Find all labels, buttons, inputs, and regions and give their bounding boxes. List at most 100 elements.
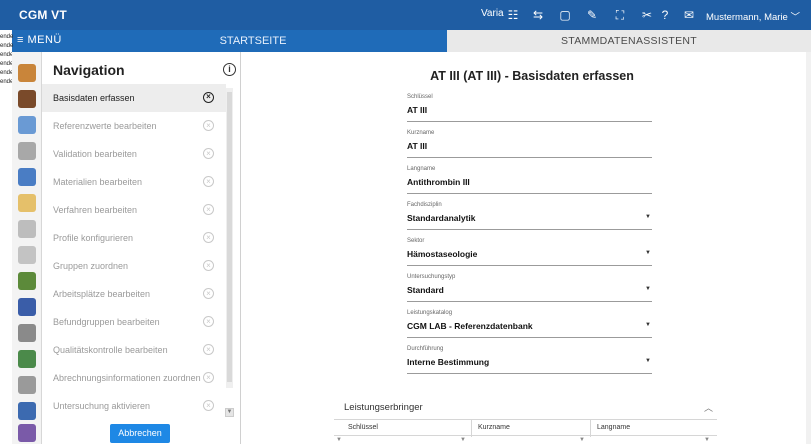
- schluessel-field[interactable]: Schlüssel AT III: [407, 94, 652, 122]
- nav-item-label: Arbeitsplätze bearbeiten: [53, 289, 151, 299]
- nav-item-materialien[interactable]: Materialien bearbeiten ×: [42, 168, 226, 196]
- nav-item-befundgruppen[interactable]: Befundgruppen bearbeiten ×: [42, 308, 226, 336]
- main-scrollbar[interactable]: [806, 52, 811, 444]
- leistungserbringer-title: Leistungserbringer: [344, 402, 423, 413]
- document-icon[interactable]: [18, 116, 36, 134]
- filter-icon[interactable]: ▼: [579, 437, 585, 443]
- nav-item-validation[interactable]: Validation bearbeiten ×: [42, 140, 226, 168]
- cancel-button[interactable]: Abbrechen: [110, 424, 170, 443]
- app-title: CGM VT: [19, 8, 67, 22]
- flask-icon[interactable]: [18, 424, 36, 442]
- filter-icon[interactable]: ▼: [336, 437, 342, 443]
- close-icon[interactable]: ×: [203, 372, 214, 383]
- untersuchungstyp-select[interactable]: Untersuchungstyp Standard ▼: [407, 274, 652, 302]
- kurzname-field[interactable]: Kurzname AT III: [407, 130, 652, 158]
- filter-icon[interactable]: ▼: [704, 437, 710, 443]
- grid-icon[interactable]: ☷: [503, 5, 523, 25]
- filter-icon[interactable]: ▼: [460, 437, 466, 443]
- field-label: Durchführung: [407, 346, 444, 352]
- varia-menu[interactable]: Varia: [481, 8, 504, 19]
- nav-item-basisdaten[interactable]: Basisdaten erfassen ×: [42, 84, 226, 112]
- nav-item-arbeitsplaetze[interactable]: Arbeitsplätze bearbeiten ×: [42, 280, 226, 308]
- close-icon[interactable]: ×: [203, 232, 214, 243]
- close-icon[interactable]: ×: [203, 204, 214, 215]
- scroll-down-button[interactable]: ▼: [225, 408, 234, 417]
- edit-icon[interactable]: ✎: [582, 5, 602, 25]
- leistungskatalog-select[interactable]: Leistungskatalog CGM LAB - Referenzdaten…: [407, 310, 652, 338]
- background-window-fragment: ende ende ende ende ende ende: [0, 30, 13, 90]
- caret-down-icon[interactable]: ▼: [645, 250, 651, 256]
- field-label: Sektor: [407, 238, 425, 244]
- caret-down-icon[interactable]: ▼: [645, 214, 651, 220]
- user-group-icon[interactable]: [18, 272, 36, 290]
- close-icon[interactable]: ×: [203, 400, 214, 411]
- nav-item-verfahren[interactable]: Verfahren bearbeiten ×: [42, 196, 226, 224]
- close-icon[interactable]: ×: [203, 148, 214, 159]
- caret-down-icon[interactable]: ▼: [645, 286, 651, 292]
- list-icon[interactable]: [18, 142, 36, 160]
- note-icon[interactable]: ▢: [555, 5, 575, 25]
- close-icon[interactable]: ×: [203, 92, 214, 103]
- field-value[interactable]: CGM LAB - Referenzdatenbank: [407, 321, 533, 331]
- nav-item-gruppen[interactable]: Gruppen zuordnen ×: [42, 252, 226, 280]
- chart-icon[interactable]: ⛶: [610, 5, 630, 25]
- field-value[interactable]: AT III: [407, 141, 427, 151]
- nav-item-untersuchung-aktivieren[interactable]: Untersuchung aktivieren ×: [42, 392, 226, 420]
- user-menu[interactable]: Mustermann, Marie ﹀: [706, 9, 800, 23]
- person-icon[interactable]: [18, 298, 36, 316]
- chevron-up-icon[interactable]: ︿: [704, 401, 713, 414]
- menu-button[interactable]: ≡ MENÜ: [17, 34, 62, 46]
- clipboard-icon[interactable]: [18, 64, 36, 82]
- close-icon[interactable]: ×: [203, 176, 214, 187]
- app-window: { "app": { "title": "CGM VT" }, "topbar"…: [0, 0, 811, 444]
- folder-icon[interactable]: [18, 194, 36, 212]
- calendar-icon[interactable]: [18, 168, 36, 186]
- main-navbar: ≡ MENÜ STARTSEITE STAMMDATENASSISTENT: [0, 30, 811, 52]
- chart-icon[interactable]: [18, 402, 36, 420]
- tab-startseite[interactable]: STARTSEITE: [60, 30, 446, 52]
- durchfuehrung-select[interactable]: Durchführung Interne Bestimmung ▼: [407, 346, 652, 374]
- transfer-icon[interactable]: ⇆: [528, 5, 548, 25]
- field-value[interactable]: Standardanalytik: [407, 213, 476, 223]
- info-icon[interactable]: i: [223, 63, 236, 76]
- nav-item-label: Materialien bearbeiten: [53, 177, 143, 187]
- printer-icon[interactable]: [18, 220, 36, 238]
- field-value[interactable]: AT III: [407, 105, 427, 115]
- nav-item-qualitaetskontrolle[interactable]: Qualitätskontrolle bearbeiten ×: [42, 336, 226, 364]
- navigation-scrollbar-thumb[interactable]: [227, 92, 232, 382]
- close-icon[interactable]: ×: [203, 288, 214, 299]
- field-value[interactable]: Standard: [407, 285, 444, 295]
- pen-icon[interactable]: [18, 90, 36, 108]
- sektor-select[interactable]: Sektor Hämostaseologie ▼: [407, 238, 652, 266]
- nav-item-profile[interactable]: Profile konfigurieren ×: [42, 224, 226, 252]
- nav-item-label: Validation bearbeiten: [53, 149, 137, 159]
- field-value[interactable]: Interne Bestimmung: [407, 357, 489, 367]
- field-label: Fachdisziplin: [407, 202, 442, 208]
- field-value[interactable]: Hämostaseologie: [407, 249, 477, 259]
- tab-stammdatenassistent[interactable]: STAMMDATENASSISTENT: [447, 30, 811, 52]
- help-icon[interactable]: ?: [655, 5, 675, 25]
- syringe-icon[interactable]: [18, 246, 36, 264]
- column-divider: [471, 420, 472, 437]
- tools-icon[interactable]: [18, 324, 36, 342]
- scissors-icon[interactable]: ✂: [637, 5, 657, 25]
- report-icon[interactable]: [18, 350, 36, 368]
- fachdisziplin-select[interactable]: Fachdisziplin Standardanalytik ▼: [407, 202, 652, 230]
- mail-icon[interactable]: ✉: [679, 5, 699, 25]
- langname-field[interactable]: Langname Antithrombin III: [407, 166, 652, 194]
- caret-down-icon[interactable]: ▼: [645, 322, 651, 328]
- close-icon[interactable]: ×: [203, 316, 214, 327]
- column-header-langname[interactable]: Langname: [597, 424, 630, 431]
- close-icon[interactable]: ×: [203, 260, 214, 271]
- field-label: Schlüssel: [407, 94, 433, 100]
- close-icon[interactable]: ×: [203, 120, 214, 131]
- page-title: AT III (AT III) - Basisdaten erfassen: [430, 69, 634, 83]
- nav-item-abrechnungsinformationen[interactable]: Abrechnungsinformationen zuordnen ×: [42, 364, 226, 392]
- field-value[interactable]: Antithrombin III: [407, 177, 470, 187]
- column-header-kurzname[interactable]: Kurzname: [478, 424, 510, 431]
- caret-down-icon[interactable]: ▼: [645, 358, 651, 364]
- nav-item-referenzwerte[interactable]: Referenzwerte bearbeiten ×: [42, 112, 226, 140]
- column-header-schluessel[interactable]: Schlüssel: [348, 424, 378, 431]
- database-icon[interactable]: [18, 376, 36, 394]
- close-icon[interactable]: ×: [203, 344, 214, 355]
